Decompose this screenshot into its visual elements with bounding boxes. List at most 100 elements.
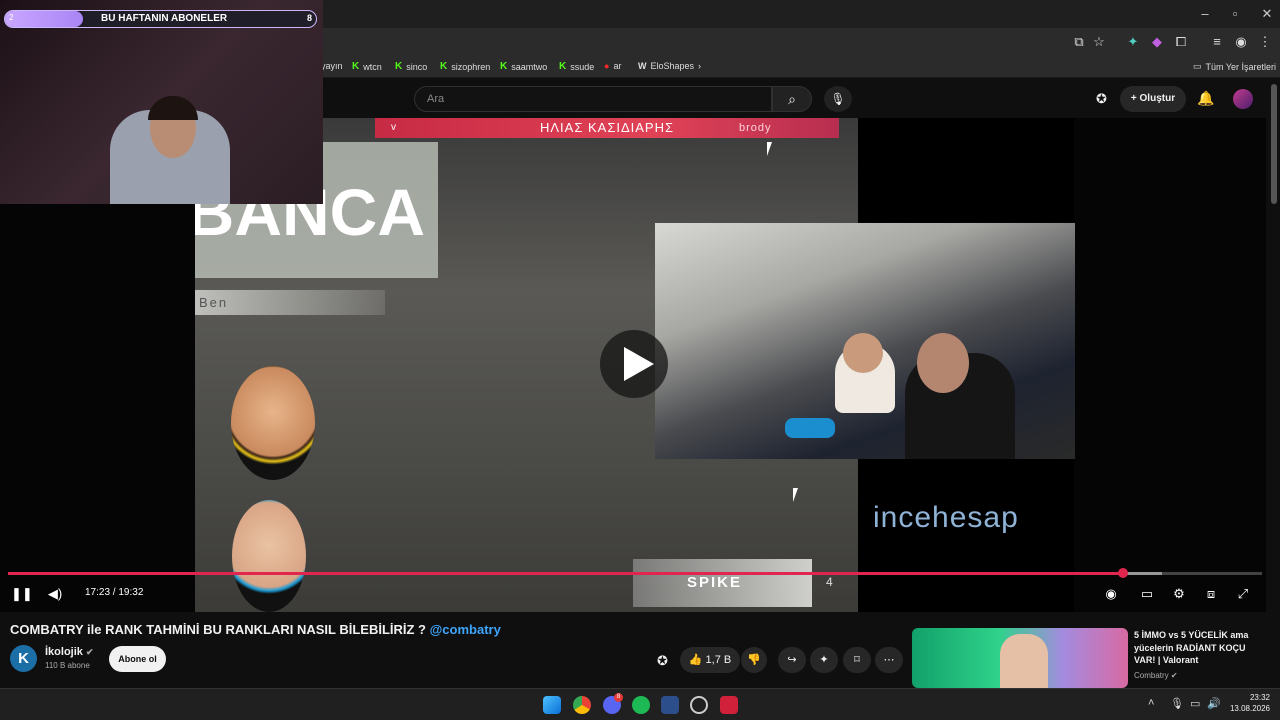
bookmark-wtcn[interactable]: Kwtcn: [352, 61, 382, 72]
clip-icon[interactable]: ✪: [657, 653, 668, 669]
tray-mic-icon[interactable]: 🎙: [1170, 697, 1184, 710]
minimize-icon[interactable]: –: [1190, 6, 1220, 21]
more-actions-button[interactable]: ⋯: [875, 647, 903, 673]
share-icon: ↪: [787, 654, 797, 666]
share-button[interactable]: ↪: [778, 647, 806, 673]
kick-icon: K: [559, 61, 567, 72]
cast-icon[interactable]: ⧉: [1070, 34, 1088, 50]
sub-goal-bar: 2 BU HAFTANIN ABONELER 8: [4, 10, 317, 28]
voice-search-button[interactable]: 🎙: [824, 86, 852, 112]
user-avatar[interactable]: [1233, 89, 1253, 109]
thumbnail-person: [1000, 634, 1048, 688]
time-display: 17:23 / 19:32: [85, 587, 144, 598]
fullscreen-icon[interactable]: ⤢: [1233, 586, 1253, 602]
star-bookmark-icon[interactable]: ☆: [1090, 34, 1108, 50]
bookmark-saamtwo[interactable]: Ksaamtwo: [500, 61, 547, 72]
app-icon[interactable]: [661, 696, 679, 714]
discord-badge: 8: [614, 693, 623, 702]
bookmark-ar[interactable]: ● ar: [604, 61, 621, 71]
profile-avatar-icon[interactable]: ◉: [1232, 34, 1250, 50]
tray-volume-icon[interactable]: 🔊: [1207, 697, 1221, 710]
bookmark-icon: ⌑: [854, 654, 860, 666]
riot-client-icon[interactable]: [720, 696, 738, 714]
mention-link[interactable]: @combatry: [430, 622, 501, 637]
tray-network-icon[interactable]: ▭: [1190, 697, 1200, 710]
killfeed-banner: v ΗΛΙΑΣ ΚΑΣΙΔΙΑΡΗΣ brody: [375, 118, 839, 138]
search-input[interactable]: Ara: [414, 86, 772, 112]
streamer-webcam: [655, 223, 1075, 459]
recommended-thumbnail[interactable]: [912, 628, 1128, 688]
windows-start-icon[interactable]: [543, 696, 561, 714]
streamer-hair: [148, 96, 198, 120]
video-title: COMBATRY ile RANK TAHMİNİ BU RANKLARI NA…: [10, 622, 501, 637]
more-horizontal-icon: ⋯: [883, 654, 895, 666]
bookmark-sizophren[interactable]: Ksizophren: [440, 61, 490, 72]
thumbs-down-icon: 👎: [747, 654, 761, 666]
like-button[interactable]: 👍 1,7 B: [680, 647, 740, 673]
premium-gift-icon[interactable]: ✪: [1096, 91, 1107, 107]
extension-purple-icon[interactable]: ◆: [1148, 34, 1166, 50]
scrubber-handle[interactable]: [1117, 568, 1128, 578]
bookmark-yayin[interactable]: yayın: [321, 61, 343, 71]
cartoon-avatar-bald: [232, 500, 306, 612]
channel-name[interactable]: İkolojik ✔: [45, 646, 94, 658]
subscribe-button[interactable]: Abone ol: [109, 646, 166, 672]
person-right-head: [917, 333, 969, 393]
kick-icon: K: [440, 61, 448, 72]
search-button[interactable]: ⌕: [772, 86, 812, 112]
pause-icon[interactable]: ❚❚: [11, 586, 33, 602]
recommended-channel[interactable]: Combatry ✔: [1134, 671, 1178, 680]
microphone: [785, 418, 835, 438]
browser-menu-icon[interactable]: ⋮: [1256, 34, 1274, 50]
reading-list-icon[interactable]: ≡: [1208, 34, 1226, 49]
bookmark-eloshapes[interactable]: W EloShapes ›: [638, 61, 701, 71]
kick-icon: K: [395, 61, 403, 72]
folder-icon: ▭: [1193, 61, 1202, 71]
kick-icon: K: [500, 61, 508, 72]
chrome-icon[interactable]: [573, 696, 591, 714]
chevron-down-icon: ›: [698, 61, 702, 71]
autoplay-toggle[interactable]: ◉: [1101, 586, 1121, 602]
all-bookmarks[interactable]: ▭ Tüm Yer İşaretleri: [1193, 61, 1276, 72]
sub-goal-label: BU HAFTANIN ABONELER: [101, 13, 228, 24]
maximize-icon[interactable]: ▫: [1220, 6, 1250, 21]
miniplayer-icon[interactable]: ⧈: [1201, 586, 1221, 602]
spike-count: 4: [826, 575, 833, 589]
thumbs-up-icon: 👍: [688, 654, 706, 666]
create-button[interactable]: + Oluştur: [1120, 86, 1186, 112]
mouse-cursor-icon: [793, 488, 803, 502]
recommended-title[interactable]: 5 İMMO vs 5 YÜCELİK ama yücelerin RADİAN…: [1134, 629, 1269, 667]
bookmark-sinco[interactable]: Ksinco: [395, 61, 427, 72]
steam-icon[interactable]: [690, 696, 708, 714]
progress-bar[interactable]: [8, 568, 1262, 578]
extension-icon[interactable]: ✦: [1124, 34, 1142, 50]
dislike-button[interactable]: 👎: [741, 647, 767, 673]
page-scrollbar[interactable]: [1271, 84, 1277, 204]
cartoon-avatar-glasses: [231, 366, 315, 480]
extensions-puzzle-icon[interactable]: ⧠: [1172, 34, 1190, 50]
bookmark-ssude[interactable]: Kssude: [559, 61, 594, 72]
notifications-bell-icon[interactable]: 🔔: [1197, 90, 1214, 107]
sub-goal-target: 8: [306, 13, 312, 23]
close-icon[interactable]: ✕: [1252, 6, 1280, 22]
tray-chevron-icon[interactable]: ˄: [1148, 697, 1154, 709]
taskbar-clock[interactable]: 23:32 13.08.2026: [1226, 692, 1270, 714]
mouse-cursor-icon: [767, 142, 777, 156]
plus-icon: +: [1130, 93, 1140, 104]
save-button[interactable]: ⌑: [843, 647, 871, 673]
kick-icon: K: [352, 61, 360, 72]
spotify-icon[interactable]: [632, 696, 650, 714]
eloshapes-icon: W: [638, 61, 647, 71]
played-bar: [8, 572, 1123, 575]
play-overlay-button[interactable]: [600, 330, 668, 398]
channel-avatar[interactable]: K: [10, 645, 37, 672]
volume-icon[interactable]: ◀): [45, 586, 65, 602]
subtitles-icon[interactable]: ▭: [1137, 586, 1157, 602]
verified-icon: ✔: [85, 647, 94, 657]
sparkle-icon: ✦: [819, 654, 829, 666]
sponsor-logo: incehesap: [873, 501, 1019, 534]
streamer-overlay-webcam: [0, 0, 323, 204]
spike-indicator: SPIKE: [633, 559, 812, 607]
ask-ai-button[interactable]: ✦: [810, 647, 838, 673]
settings-gear-icon[interactable]: ⚙: [1169, 586, 1189, 602]
